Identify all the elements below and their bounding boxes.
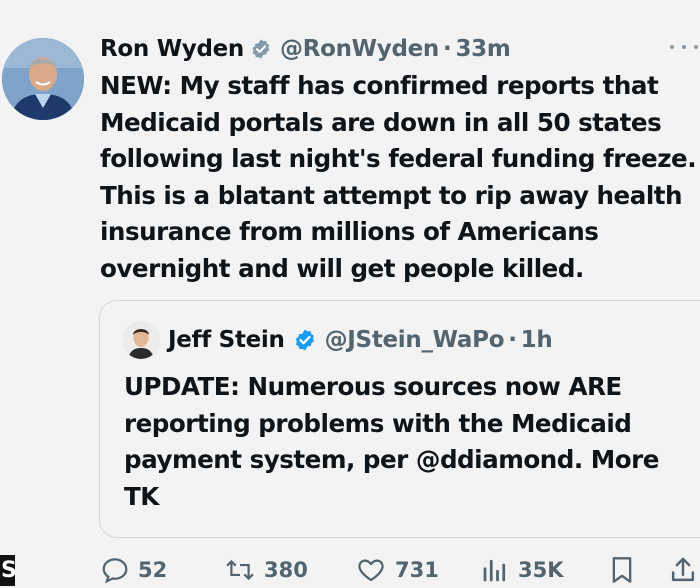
bookmark-button[interactable]: [608, 552, 636, 588]
quote-author-name[interactable]: Jeff Stein: [168, 327, 285, 353]
repost-button[interactable]: 380: [224, 552, 308, 588]
blue-verified-badge-icon: [295, 329, 314, 351]
like-button[interactable]: 731: [355, 552, 439, 588]
quote-author-handle[interactable]: @JStein_WaPo: [325, 327, 505, 353]
views-chart-icon: [483, 559, 506, 582]
quote-separator-dot: ·: [508, 327, 517, 353]
quoted-tweet[interactable]: Jeff Stein @JStein_WaPo · 1h UPDATE: Num…: [99, 300, 700, 538]
left-edge-fragment: S: [0, 555, 15, 586]
tweet[interactable]: Ron Wyden @RonWyden · 33m NEW: My staff …: [0, 0, 700, 586]
repost-icon: [226, 559, 254, 581]
repost-count: 380: [264, 558, 308, 582]
action-bar: 52 380 731 35K: [100, 552, 700, 588]
quote-author-avatar[interactable]: [122, 321, 160, 359]
tweet-timestamp[interactable]: 33m: [455, 36, 510, 62]
gray-verified-badge-icon: [252, 39, 270, 59]
quote-timestamp[interactable]: 1h: [521, 327, 553, 353]
reply-icon: [102, 558, 128, 584]
heart-icon: [358, 559, 384, 582]
reply-button[interactable]: 52: [100, 552, 167, 588]
reply-count: 52: [138, 558, 168, 582]
quote-header: Jeff Stein @JStein_WaPo · 1h: [168, 323, 553, 357]
share-icon: [671, 557, 695, 582]
views-count: 35K: [518, 558, 564, 582]
share-button[interactable]: [668, 552, 698, 588]
tweet-text: NEW: My staff has confirmed reports that…: [100, 71, 697, 283]
more-options-icon[interactable]: [670, 38, 698, 56]
bookmark-icon: [612, 557, 632, 583]
author-handle[interactable]: @RonWyden: [280, 36, 439, 62]
tweet-header: Ron Wyden @RonWyden · 33m: [100, 32, 692, 66]
author-name[interactable]: Ron Wyden: [100, 36, 244, 62]
like-count: 731: [395, 558, 439, 582]
separator-dot: ·: [443, 36, 452, 62]
author-avatar[interactable]: [2, 38, 84, 120]
quote-text: UPDATE: Numerous sources now ARE reporti…: [124, 372, 659, 511]
views-button[interactable]: 35K: [480, 552, 564, 588]
